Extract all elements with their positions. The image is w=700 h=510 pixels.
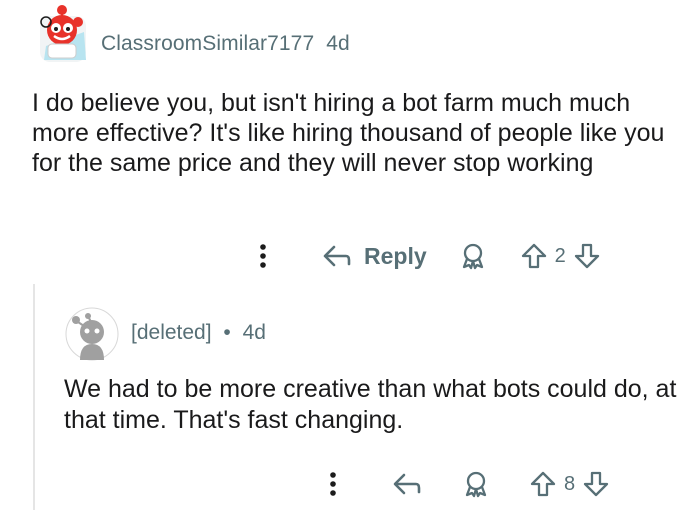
upvote-icon[interactable] — [521, 242, 547, 270]
award-icon[interactable] — [462, 470, 490, 498]
reply-avatar[interactable] — [64, 304, 120, 362]
vote-controls: 2 — [521, 242, 600, 270]
thread-line[interactable] — [33, 284, 35, 510]
award-icon[interactable] — [459, 242, 487, 270]
downvote-icon[interactable] — [583, 470, 609, 498]
vote-controls: 8 — [530, 470, 609, 498]
user-avatar[interactable] — [32, 2, 92, 64]
upvote-icon[interactable] — [530, 470, 556, 498]
more-options-icon[interactable] — [318, 471, 348, 497]
comment-actions: Reply 2 — [248, 238, 600, 274]
reply-meta: [deleted] • 4d — [131, 321, 266, 345]
username-link[interactable]: ClassroomSimilar7177 — [101, 32, 314, 55]
reply-arrow-icon — [322, 244, 352, 268]
downvote-icon[interactable] — [574, 242, 600, 270]
reply-username: [deleted] — [131, 321, 212, 344]
vote-count: 8 — [564, 472, 576, 495]
reply-actions: 8 — [318, 466, 609, 502]
reply-button[interactable]: Reply — [322, 243, 427, 270]
comment-thread: ClassroomSimilar7177 4d I do believe you… — [0, 0, 700, 510]
reply-label: Reply — [364, 242, 427, 269]
more-options-icon[interactable] — [248, 243, 278, 269]
meta-separator: • — [223, 321, 231, 344]
deleted-avatar-icon — [65, 307, 119, 361]
reply-arrow-icon[interactable] — [392, 472, 422, 496]
comment-age: 4d — [326, 32, 350, 55]
vote-count: 2 — [554, 244, 566, 267]
avatar-snoo-icon — [40, 5, 86, 62]
comment-body: I do believe you, but isn't hiring a bot… — [32, 89, 665, 177]
reply-body: We had to be more creative than what bot… — [64, 375, 677, 434]
comment-meta: ClassroomSimilar7177 4d — [101, 32, 350, 56]
reply-age: 4d — [242, 321, 266, 344]
